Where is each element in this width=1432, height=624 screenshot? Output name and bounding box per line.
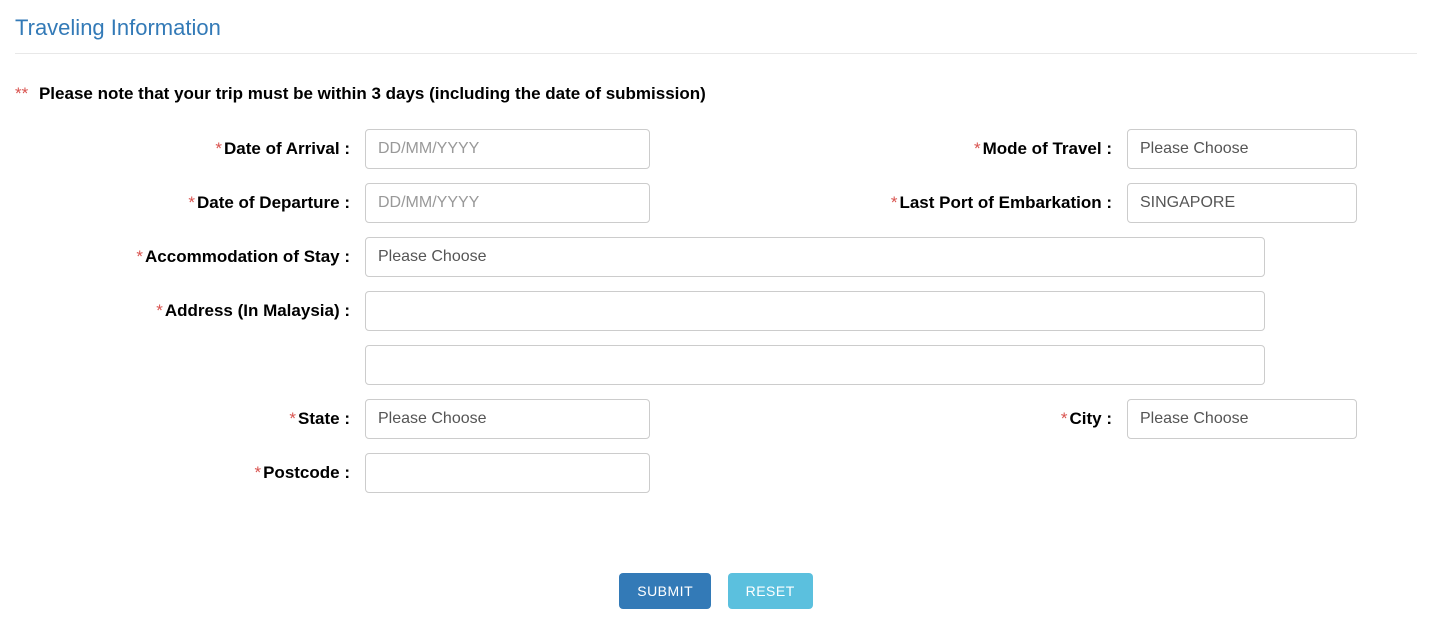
note-row: ** Please note that your trip must be wi…: [15, 84, 1417, 104]
row-postcode: *Postcode :: [15, 453, 1417, 493]
state-label: *State :: [15, 409, 365, 429]
row-address2: [15, 345, 1417, 385]
state-label-text: State :: [298, 409, 350, 428]
address1-input[interactable]: [365, 291, 1265, 331]
arrival-label-text: Date of Arrival :: [224, 139, 350, 158]
section-title: Traveling Information: [15, 15, 1417, 41]
departure-input[interactable]: [365, 183, 650, 223]
row-departure-embarkation: *Date of Departure : *Last Port of Embar…: [15, 183, 1417, 223]
departure-label-text: Date of Departure :: [197, 193, 350, 212]
button-row: SUBMIT RESET: [15, 573, 1417, 609]
embarkation-label: *Last Port of Embarkation :: [787, 193, 1127, 213]
row-state-city: *State : *City :: [15, 399, 1417, 439]
accommodation-label: *Accommodation of Stay :: [15, 247, 365, 267]
row-arrival-mode: *Date of Arrival : *Mode of Travel :: [15, 129, 1417, 169]
reset-button[interactable]: RESET: [728, 573, 813, 609]
state-select[interactable]: [365, 399, 650, 439]
accommodation-select[interactable]: [365, 237, 1265, 277]
city-label-text: City :: [1070, 409, 1113, 428]
mode-label-text: Mode of Travel :: [983, 139, 1112, 158]
postcode-label: *Postcode :: [15, 463, 365, 483]
embarkation-label-text: Last Port of Embarkation :: [899, 193, 1112, 212]
divider: [15, 53, 1417, 54]
note-star: **: [15, 84, 28, 103]
arrival-label: *Date of Arrival :: [15, 139, 365, 159]
city-select[interactable]: [1127, 399, 1357, 439]
req-mark: *: [136, 247, 143, 266]
departure-label: *Date of Departure :: [15, 193, 365, 213]
accommodation-label-text: Accommodation of Stay :: [145, 247, 350, 266]
postcode-label-text: Postcode :: [263, 463, 350, 482]
address-label-text: Address (In Malaysia) :: [165, 301, 350, 320]
row-address1: *Address (In Malaysia) :: [15, 291, 1417, 331]
city-label: *City :: [787, 409, 1127, 429]
req-mark: *: [188, 193, 195, 212]
req-mark: *: [1061, 409, 1068, 428]
req-mark: *: [215, 139, 222, 158]
submit-button[interactable]: SUBMIT: [619, 573, 711, 609]
req-mark: *: [289, 409, 296, 428]
note-text: Please note that your trip must be withi…: [39, 84, 706, 103]
req-mark: *: [156, 301, 163, 320]
mode-label: *Mode of Travel :: [787, 139, 1127, 159]
req-mark: *: [254, 463, 261, 482]
address-label: *Address (In Malaysia) :: [15, 301, 365, 321]
address2-input[interactable]: [365, 345, 1265, 385]
embarkation-select[interactable]: [1127, 183, 1357, 223]
mode-select[interactable]: [1127, 129, 1357, 169]
postcode-input[interactable]: [365, 453, 650, 493]
req-mark: *: [974, 139, 981, 158]
arrival-input[interactable]: [365, 129, 650, 169]
req-mark: *: [891, 193, 898, 212]
row-accommodation: *Accommodation of Stay :: [15, 237, 1417, 277]
